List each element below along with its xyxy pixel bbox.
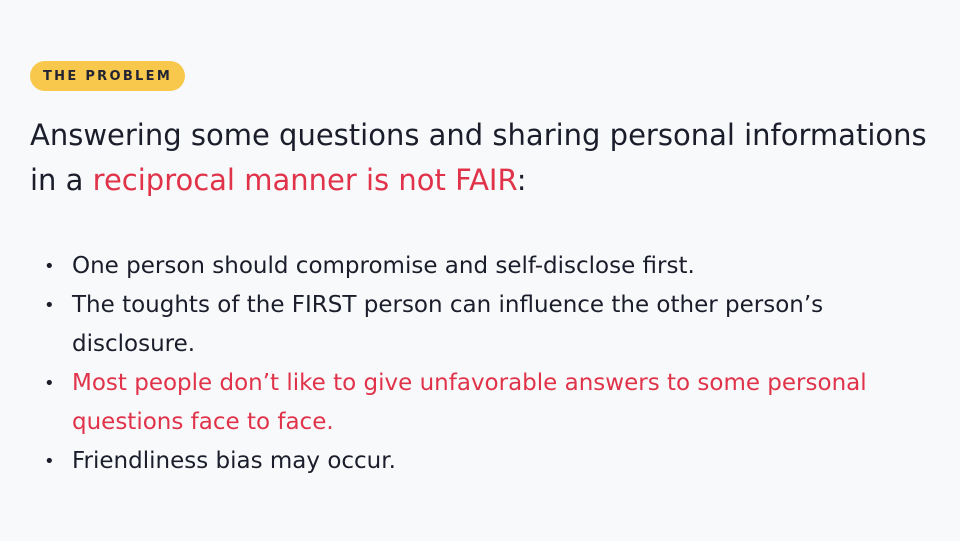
bullet-item: • Friendliness bias may occur. [30, 442, 930, 481]
bullet-icon: • [44, 295, 55, 316]
bullet-text: Most people don’t like to give unfavorab… [72, 370, 867, 435]
bullet-list: • One person should compromise and self-… [30, 247, 930, 481]
bullet-icon: • [44, 373, 55, 394]
bullet-item-highlighted: • Most people don’t like to give unfavor… [30, 364, 930, 442]
heading-text-part2: : [516, 163, 527, 197]
bullet-icon: • [44, 256, 55, 277]
slide-heading: Answering some questions and sharing per… [30, 113, 930, 203]
bullet-text: Friendliness bias may occur. [72, 448, 396, 474]
bullet-item: • One person should compromise and self-… [30, 247, 930, 286]
heading-highlight: reciprocal manner is not FAIR [92, 163, 517, 197]
slide: THE PROBLEM Answering some questions and… [0, 0, 960, 541]
bullet-icon: • [44, 451, 55, 472]
bullet-text: One person should compromise and self-di… [72, 253, 695, 279]
bullet-text: The toughts of the FIRST person can infl… [72, 292, 824, 357]
section-badge: THE PROBLEM [30, 61, 186, 91]
bullet-item: • The toughts of the FIRST person can in… [30, 286, 930, 364]
section-badge-label: THE PROBLEM [43, 68, 173, 84]
